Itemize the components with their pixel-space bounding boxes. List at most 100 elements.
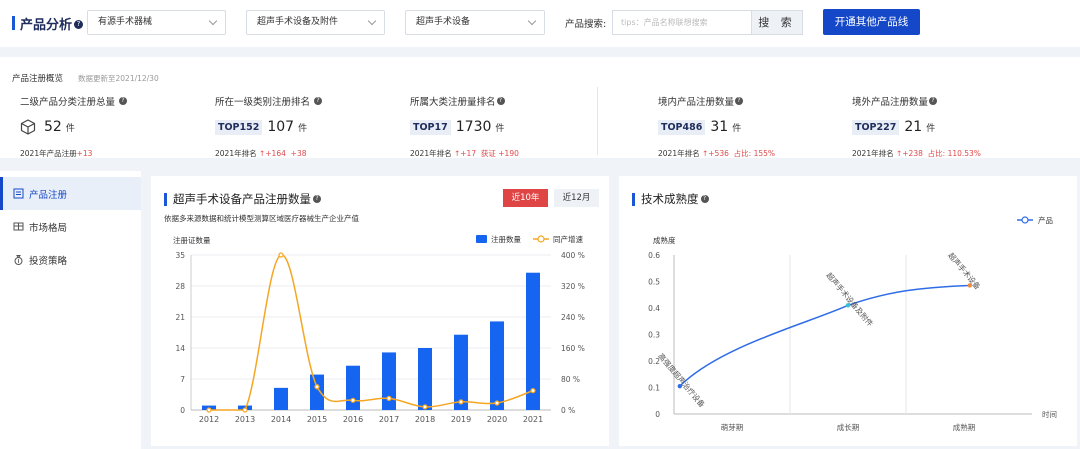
chevron-down-icon — [208, 16, 218, 26]
category-select-3[interactable]: 超声手术设备 — [405, 10, 545, 35]
stat-label: 二级产品分类注册总量 — [20, 97, 116, 108]
category-select-1[interactable]: 有源手术器械 — [87, 10, 226, 35]
category-select-2[interactable]: 超声手术设备及附件 — [246, 10, 385, 35]
rank-badge: TOP17 — [410, 119, 451, 135]
stat-foot-change: +13 — [76, 149, 93, 158]
chevron-down-icon — [527, 16, 537, 26]
stat-major-class-rank: 所属大类注册量排名? TOP17 1730 件 2021年排名 ↑+17 获证 … — [410, 94, 519, 159]
overview-heading: 产品注册概览 — [12, 74, 64, 84]
stat-value: 1730 — [455, 119, 492, 135]
stat-value: 52 — [44, 119, 62, 135]
y-tick-label: 35 — [175, 251, 185, 260]
bar — [382, 352, 396, 410]
search-input[interactable]: tips：产品名称联想搜索 — [612, 10, 752, 35]
y-tick-label: 0.6 — [648, 251, 660, 260]
y2-tick-label: 320 % — [561, 282, 585, 291]
register-icon — [12, 188, 24, 200]
stat-foot-extra: 获证 +190 — [480, 149, 519, 158]
legend-bar-label: 注册数量 — [491, 234, 521, 244]
y-tick-label: 0 — [180, 406, 185, 415]
stat-unit: 件 — [65, 123, 75, 134]
x-tick-label: 2015 — [307, 415, 327, 424]
sidebar-item-investment[interactable]: 投资策略 — [0, 243, 141, 276]
x-tick-label: 成熟期 — [953, 422, 976, 432]
market-icon — [12, 221, 24, 233]
stat-foot-prefix: 2021年产品注册 — [20, 149, 77, 158]
open-other-lines-button[interactable]: 开通其他产品线 — [823, 9, 920, 35]
y2-tick-label: 80 % — [561, 375, 580, 384]
legend-bar-swatch — [476, 235, 487, 243]
x-tick-label: 2016 — [343, 415, 363, 424]
growth-point — [458, 399, 464, 405]
stat-foot-change: ↑+238 — [895, 149, 923, 158]
help-icon[interactable]: ? — [735, 97, 744, 105]
x-tick-label: 2013 — [235, 415, 255, 424]
x-tick-label: 2018 — [415, 415, 435, 424]
search-placeholder: tips：产品名称联想搜索 — [621, 18, 708, 27]
bar — [346, 365, 360, 410]
stat-overseas: 境外产品注册数量? TOP227 21 件 2021年排名 ↑+238 占比: … — [852, 94, 981, 159]
x-tick-label: 2012 — [199, 415, 219, 424]
growth-point — [386, 395, 392, 401]
page-title: 产品分析 ? — [12, 14, 84, 33]
growth-point — [350, 397, 356, 403]
bar — [310, 374, 324, 410]
growth-point — [530, 388, 536, 394]
stat-label: 所在一级类别注册排名 — [215, 97, 311, 108]
help-icon[interactable]: ? — [74, 19, 84, 29]
stat-unit: 件 — [298, 123, 308, 134]
stat-foot-prefix: 2021年排名 — [215, 149, 257, 158]
title-accent-bar — [12, 16, 15, 30]
x-tick-label: 2014 — [271, 415, 291, 424]
category-select-1-value: 有源手术器械 — [98, 17, 153, 27]
y2-tick-label: 160 % — [561, 344, 585, 353]
bar — [418, 348, 432, 410]
growth-point — [206, 407, 212, 413]
stat-total: 二级产品分类注册总量? 52 件 2021年产品注册+13 — [20, 94, 128, 159]
top-bar: 产品分析 ? 有源手术器械 超声手术设备及附件 超声手术设备 产品搜索: tip… — [0, 0, 1080, 47]
sidebar-item-product-register[interactable]: 产品注册 — [0, 177, 141, 210]
search-button[interactable]: 搜 索 — [751, 10, 803, 35]
sidebar-item-market[interactable]: 市场格局 — [0, 210, 141, 243]
stat-unit: 件 — [732, 123, 742, 134]
help-icon[interactable]: ? — [314, 97, 323, 105]
y-tick-label: 0.1 — [648, 384, 660, 393]
growth-point — [314, 384, 320, 390]
money-bag-icon — [12, 254, 24, 266]
y-tick-label: 14 — [175, 344, 185, 353]
y-tick-label: 0.5 — [648, 278, 660, 287]
maturity-point-label: 高强度超声治疗设备 — [656, 351, 707, 410]
stat-foot-prefix: 2021年排名 — [658, 149, 700, 158]
x-tick-label: 2019 — [451, 415, 471, 424]
stat-foot-prefix: 2021年排名 — [410, 149, 452, 158]
help-icon[interactable]: ? — [119, 97, 128, 105]
stat-foot-change: ↑+17 — [453, 149, 477, 158]
sidebar: 产品注册 市场格局 投资策略 — [0, 171, 141, 449]
stat-label: 境外产品注册数量 — [852, 97, 929, 108]
registration-chart-panel: 超声手术设备产品注册数量 ? 近10年 近12月 依据多来源数据和统计模型测算区… — [151, 176, 609, 446]
category-select-2-value: 超声手术设备及附件 — [257, 17, 339, 27]
help-icon[interactable]: ? — [929, 97, 938, 105]
category-select-3-value: 超声手术设备 — [416, 17, 471, 27]
growth-point — [278, 252, 284, 258]
sidebar-item-label: 投资策略 — [29, 255, 68, 267]
help-icon[interactable]: ? — [496, 97, 505, 105]
legend-label: 产品 — [1038, 215, 1053, 225]
legend-line-label: 同产增速 — [553, 234, 583, 244]
y2-tick-label: 0 % — [561, 406, 575, 415]
maturity-chart: 成熟度00.10.20.30.40.50.6萌芽期 成长期 成熟期时间高强度超声治疗… — [648, 215, 1057, 432]
maturity-chart-panel: 技术成熟度 ? 成熟度 0 0.1 0.2 0.3 0.4 0.5 0.6 萌芽期 成长期 成熟期时… — [619, 176, 1077, 446]
legend-line-marker — [537, 235, 545, 243]
x-tick-label: 2017 — [379, 415, 399, 424]
rank-badge: TOP152 — [215, 119, 263, 135]
rank-badge: TOP227 — [852, 119, 900, 135]
registration-overview: 产品注册概览 数据更新至2021/12/30 二级产品分类注册总量? 52 件 … — [0, 57, 1080, 158]
stat-foot-extra: 占比: 155% — [733, 149, 776, 158]
y-tick-label: 21 — [175, 313, 185, 322]
stat-foot-extra: +38 — [290, 149, 307, 158]
sidebar-item-label: 产品注册 — [29, 189, 68, 201]
legend-line-marker — [1021, 216, 1029, 224]
growth-point — [242, 407, 248, 413]
x-tick-label: 萌芽期 — [721, 422, 744, 432]
overview-update-note: 数据更新至2021/12/30 — [78, 74, 159, 83]
